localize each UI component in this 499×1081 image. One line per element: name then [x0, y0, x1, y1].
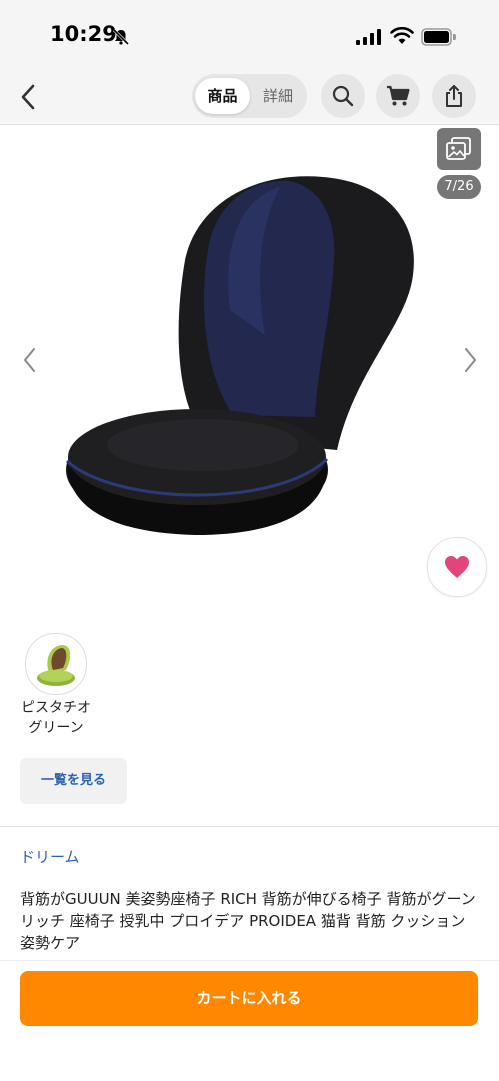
- cart-button[interactable]: [376, 74, 420, 118]
- product-image-chair: [65, 176, 414, 535]
- cellular-signal-icon: [356, 29, 382, 49]
- see-all-button[interactable]: 一覧を見る: [20, 758, 127, 804]
- image-stack-icon: [446, 137, 471, 160]
- tab-product[interactable]: 商品: [195, 78, 250, 114]
- share-button[interactable]: [432, 74, 476, 118]
- nav-bar: 商品 詳細: [0, 70, 499, 125]
- store-name-link[interactable]: ドリーム: [20, 846, 80, 867]
- chevron-left-icon: [24, 348, 35, 372]
- chevron-left-icon: [21, 84, 35, 110]
- chevron-right-icon: [465, 348, 476, 372]
- favorite-button[interactable]: [427, 537, 487, 597]
- variant-thumbnail-pistachio-green[interactable]: [25, 633, 87, 695]
- variant-chair-image: [37, 645, 75, 686]
- wifi-icon: [390, 26, 414, 49]
- add-to-cart-button[interactable]: カートに入れる: [20, 971, 478, 1026]
- image-counter: 7/26: [437, 175, 481, 199]
- heart-icon: [445, 556, 469, 578]
- previous-image-button[interactable]: [14, 340, 44, 380]
- tab-details[interactable]: 詳細: [252, 78, 304, 114]
- search-icon: [332, 85, 354, 107]
- search-button[interactable]: [321, 74, 365, 118]
- status-bar: 10:29: [0, 0, 499, 70]
- image-list-button[interactable]: [437, 128, 481, 170]
- battery-icon: [421, 28, 457, 50]
- section-divider: [0, 826, 499, 827]
- next-image-button[interactable]: [456, 340, 486, 380]
- product-title: 背筋がGUUUN 美姿勢座椅子 RICH 背筋が伸びる椅子 背筋がグーン リッチ…: [20, 890, 476, 952]
- cart-icon: [387, 85, 410, 106]
- silent-bell-icon: [112, 28, 130, 50]
- back-button[interactable]: [12, 80, 44, 114]
- variant-label: ピスタチオ グリーン: [21, 700, 91, 736]
- share-icon: [446, 85, 462, 107]
- view-segmented-control: 商品 詳細: [192, 74, 307, 118]
- status-time: 10:29: [50, 22, 117, 46]
